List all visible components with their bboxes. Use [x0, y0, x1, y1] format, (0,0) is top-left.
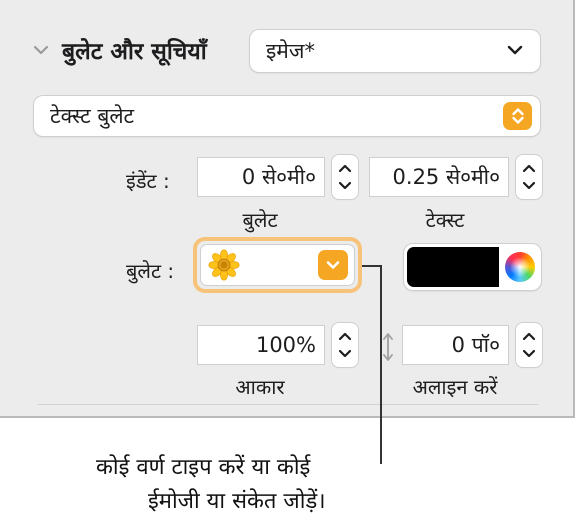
- bullet-indent-stepper[interactable]: [332, 155, 358, 199]
- indent-label: इंडेंट :: [126, 169, 170, 193]
- bullet-color-swatch[interactable]: [407, 247, 499, 287]
- bullet-align-field[interactable]: 0 पॉ०: [403, 326, 508, 364]
- bullet-indent-field[interactable]: 0 से०मी०: [198, 158, 324, 196]
- bullet-size-caption: आकार: [235, 375, 285, 399]
- up-down-arrows-icon: [503, 102, 532, 130]
- format-sidebar-panel: बुलेट और सूचियाँ इमेज* टेक्स्ट बुलेट इंड…: [0, 0, 575, 418]
- bullet-style-value: इमेज*: [266, 39, 315, 63]
- text-indent-field[interactable]: 0.25 से०मी०: [370, 158, 508, 196]
- callout-leader-vertical: [380, 265, 382, 464]
- chevron-up-icon[interactable]: [332, 159, 358, 177]
- vertical-link-icon: [383, 333, 393, 361]
- list-type-value: टेक्स्ट बुलेट: [50, 104, 135, 128]
- chevron-up-icon[interactable]: [332, 327, 358, 345]
- bullet-image-picker[interactable]: [201, 245, 354, 285]
- text-indent-stepper[interactable]: [516, 155, 542, 199]
- callout-leader-horizontal: [362, 265, 381, 267]
- chevron-down-icon[interactable]: [516, 177, 542, 195]
- bullet-align-caption: अलाइन करें: [412, 375, 498, 399]
- callout-line-1: कोई वर्ण टाइप करें या कोई: [96, 455, 311, 480]
- chevron-down-icon[interactable]: [332, 177, 358, 195]
- chevron-up-icon[interactable]: [516, 159, 542, 177]
- section-title: बुलेट और सूचियाँ: [62, 39, 207, 65]
- bullet-dropdown-button[interactable]: [318, 250, 348, 280]
- sunflower-icon: [208, 249, 240, 281]
- callout-line-2: ईमोजी या संकेत जोड़ें।: [148, 489, 326, 514]
- chevron-down-icon[interactable]: [30, 39, 52, 61]
- bullet-size-field[interactable]: 100%: [198, 326, 324, 364]
- chevron-up-icon[interactable]: [516, 327, 542, 345]
- chevron-down-icon[interactable]: [332, 345, 358, 363]
- bullet-label: बुलेट :: [126, 259, 175, 283]
- bullet-indent-caption: बुलेट: [242, 208, 278, 232]
- section-divider: [38, 404, 538, 405]
- bullet-color-well[interactable]: [404, 244, 541, 290]
- bullet-style-popup[interactable]: इमेज*: [250, 30, 540, 72]
- chevron-down-icon: [507, 45, 523, 55]
- chevron-down-icon[interactable]: [516, 345, 542, 363]
- bullet-align-stepper[interactable]: [516, 323, 542, 367]
- bullets-lists-section-header[interactable]: बुलेट और सूचियाँ: [30, 34, 207, 66]
- color-wheel-icon[interactable]: [505, 252, 535, 282]
- list-type-select[interactable]: टेक्स्ट बुलेट: [34, 96, 540, 136]
- screenshot-stage: बुलेट और सूचियाँ इमेज* टेक्स्ट बुलेट इंड…: [0, 0, 577, 526]
- bullet-size-stepper[interactable]: [332, 323, 358, 367]
- text-indent-caption: टेक्स्ट: [425, 208, 465, 232]
